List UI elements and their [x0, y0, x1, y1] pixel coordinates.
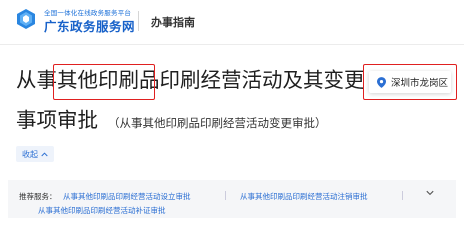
title-prefix: 从事	[16, 68, 57, 92]
collapse-label: 收起	[22, 149, 38, 159]
chevron-down-icon[interactable]	[426, 190, 434, 196]
title-highlight-box	[53, 64, 155, 100]
header-bottom-border	[0, 44, 464, 45]
recommended-service-link[interactable]: 从事其他印刷品印刷经营活动注销审批	[240, 191, 368, 202]
recommended-service-link[interactable]: 从事其他印刷品印刷经营活动补证审批	[38, 205, 166, 216]
location-pin-icon	[377, 76, 386, 88]
page-title-line-2: 事项审批 （从事其他印刷品印刷经营活动变更审批）	[16, 106, 327, 137]
top-header: 全国一体化在线政务服务平台 广东政务服务网 办事指南	[0, 0, 464, 44]
region-label: 深圳市龙岗区	[391, 78, 449, 89]
title-line2-text: 事项审批	[16, 108, 98, 132]
region-selector-button[interactable]: 深圳市龙岗区	[369, 71, 451, 93]
portal-logo-icon[interactable]	[14, 7, 38, 31]
brand-title[interactable]: 广东政务服务网	[44, 16, 135, 35]
title-suffix: 印刷经营活动及其变更	[159, 68, 365, 92]
header-divider	[138, 11, 139, 31]
recommended-services-label: 推荐服务：	[19, 192, 57, 201]
recommended-separator	[225, 191, 226, 200]
title-alias: （从事其他印刷品印刷经营活动变更审批）	[108, 116, 327, 130]
recommended-separator	[402, 191, 403, 200]
section-title[interactable]: 办事指南	[151, 14, 195, 30]
recommended-service-link[interactable]: 从事其他印刷品印刷经营活动设立审批	[63, 191, 191, 202]
collapse-button[interactable]: 收起	[16, 146, 54, 162]
chevron-up-icon	[41, 152, 48, 156]
